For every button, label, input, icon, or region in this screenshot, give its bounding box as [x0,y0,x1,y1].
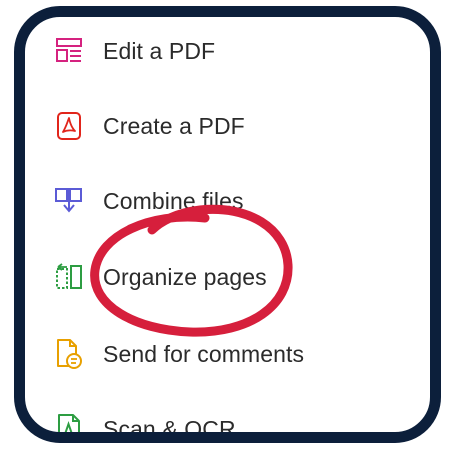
tool-label-scan-ocr: Scan & OCR [103,415,236,442]
create-pdf-icon [53,110,85,142]
tools-panel-frame: Edit a PDF Create a PDF Combine files Or… [14,6,441,443]
scan-ocr-icon [53,413,85,432]
organize-pages-icon [53,261,85,293]
tool-label-create-pdf: Create a PDF [103,112,245,139]
edit-pdf-icon [53,35,85,67]
tool-label-edit-pdf: Edit a PDF [103,37,216,64]
tool-label-send-for-comments: Send for comments [103,340,305,367]
combine-files-icon [53,185,85,217]
send-comments-icon [53,338,85,370]
tool-label-combine-files: Combine files [103,187,244,214]
tool-label-organize-pages: Organize pages [103,263,267,290]
